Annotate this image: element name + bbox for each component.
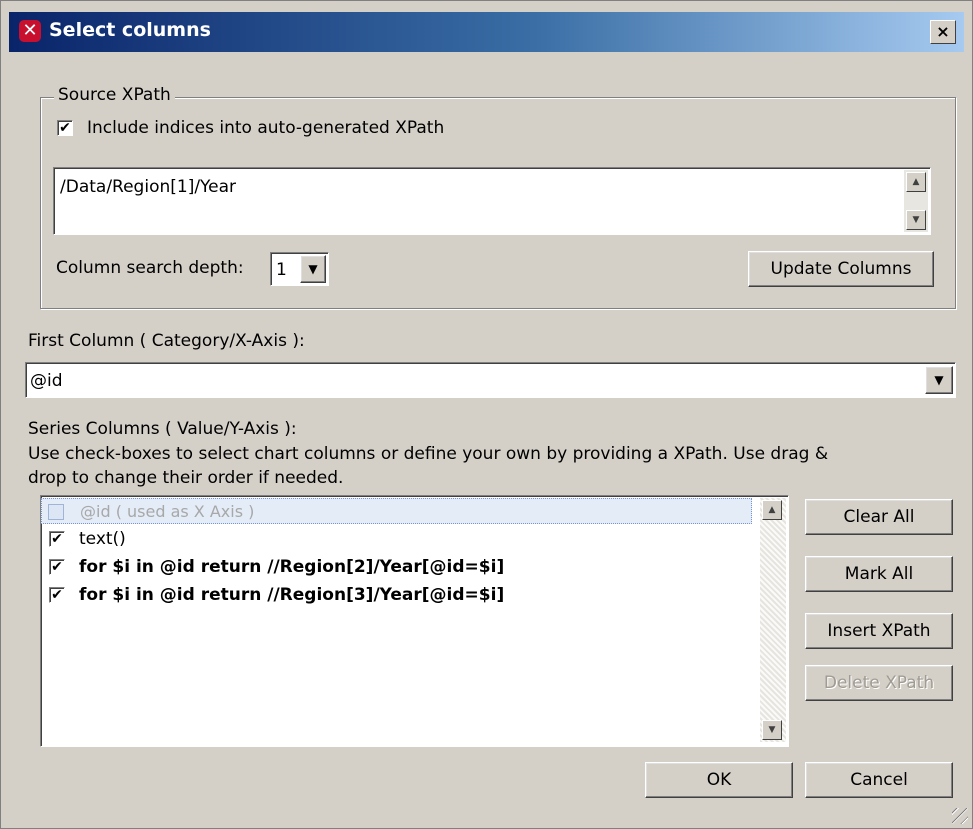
xpath-scrollbar[interactable]: ▲ ▼ bbox=[904, 170, 928, 232]
search-depth-select[interactable]: 1 ▼ bbox=[270, 252, 329, 286]
first-column-value: @id bbox=[30, 371, 63, 391]
scroll-up-icon[interactable]: ▲ bbox=[906, 172, 926, 192]
series-columns-label: Series Columns ( Value/Y-Axis ): bbox=[28, 419, 297, 439]
series-help-line2: drop to change their order if needed. bbox=[28, 468, 344, 488]
scroll-up-icon[interactable]: ▲ bbox=[762, 500, 782, 520]
checkmark-icon: ✔ bbox=[51, 587, 63, 603]
app-logo-icon: ✕ bbox=[19, 20, 41, 42]
series-item-label: for $i in @id return //Region[3]/Year[@i… bbox=[79, 585, 505, 605]
chevron-down-icon[interactable]: ▼ bbox=[925, 366, 953, 394]
resize-grip-icon[interactable] bbox=[952, 808, 968, 824]
search-depth-label: Column search depth: bbox=[56, 258, 244, 278]
include-indices-checkbox[interactable]: ✔ bbox=[57, 120, 73, 136]
series-item-label: @id ( used as X Axis ) bbox=[80, 502, 255, 521]
clear-all-button[interactable]: Clear All bbox=[805, 499, 953, 535]
scroll-down-icon[interactable]: ▼ bbox=[906, 210, 926, 230]
series-item-label: for $i in @id return //Region[2]/Year[@i… bbox=[79, 557, 505, 577]
scroll-down-icon[interactable]: ▼ bbox=[762, 720, 782, 740]
search-depth-value: 1 bbox=[276, 260, 287, 280]
checkmark-icon: ✔ bbox=[51, 559, 63, 575]
checkmark-icon: ✔ bbox=[59, 120, 71, 136]
include-indices-label: Include indices into auto-generated XPat… bbox=[87, 118, 445, 138]
xpath-textarea[interactable]: /Data/Region[1]/Year ▲ ▼ bbox=[53, 167, 931, 235]
cancel-button[interactable]: Cancel bbox=[805, 762, 953, 798]
series-list-scrollbar[interactable]: ▲ ▼ bbox=[760, 498, 786, 742]
xpath-text: /Data/Region[1]/Year bbox=[60, 177, 237, 197]
source-xpath-group-label: Source XPath bbox=[54, 85, 175, 105]
first-column-select[interactable]: @id ▼ bbox=[25, 362, 956, 398]
first-column-label: First Column ( Category/X-Axis ): bbox=[28, 331, 305, 351]
insert-xpath-button[interactable]: Insert XPath bbox=[805, 613, 953, 649]
series-checkbox[interactable]: ✔ bbox=[49, 587, 65, 603]
ok-button[interactable]: OK bbox=[645, 762, 793, 798]
select-columns-dialog: ✕ Select columns × Source XPath ✔ Includ… bbox=[0, 0, 973, 829]
checkmark-icon: ✔ bbox=[51, 531, 63, 547]
series-checkbox[interactable] bbox=[48, 504, 64, 520]
title-bar[interactable]: ✕ Select columns × bbox=[9, 12, 964, 52]
list-item[interactable]: @id ( used as X Axis ) bbox=[41, 498, 752, 524]
delete-xpath-button[interactable]: Delete XPath bbox=[805, 665, 953, 701]
series-checkbox[interactable]: ✔ bbox=[49, 531, 65, 547]
close-button[interactable]: × bbox=[930, 20, 956, 44]
update-columns-button[interactable]: Update Columns bbox=[748, 251, 934, 287]
chevron-down-icon[interactable]: ▼ bbox=[300, 255, 326, 283]
series-help-line1: Use check-boxes to select chart columns … bbox=[28, 444, 829, 464]
series-item-label: text() bbox=[79, 529, 126, 549]
series-columns-list[interactable]: @id ( used as X Axis ) ✔ text() ✔ for $i… bbox=[40, 495, 789, 747]
dialog-title: Select columns bbox=[49, 19, 211, 41]
series-checkbox[interactable]: ✔ bbox=[49, 559, 65, 575]
mark-all-button[interactable]: Mark All bbox=[805, 556, 953, 592]
